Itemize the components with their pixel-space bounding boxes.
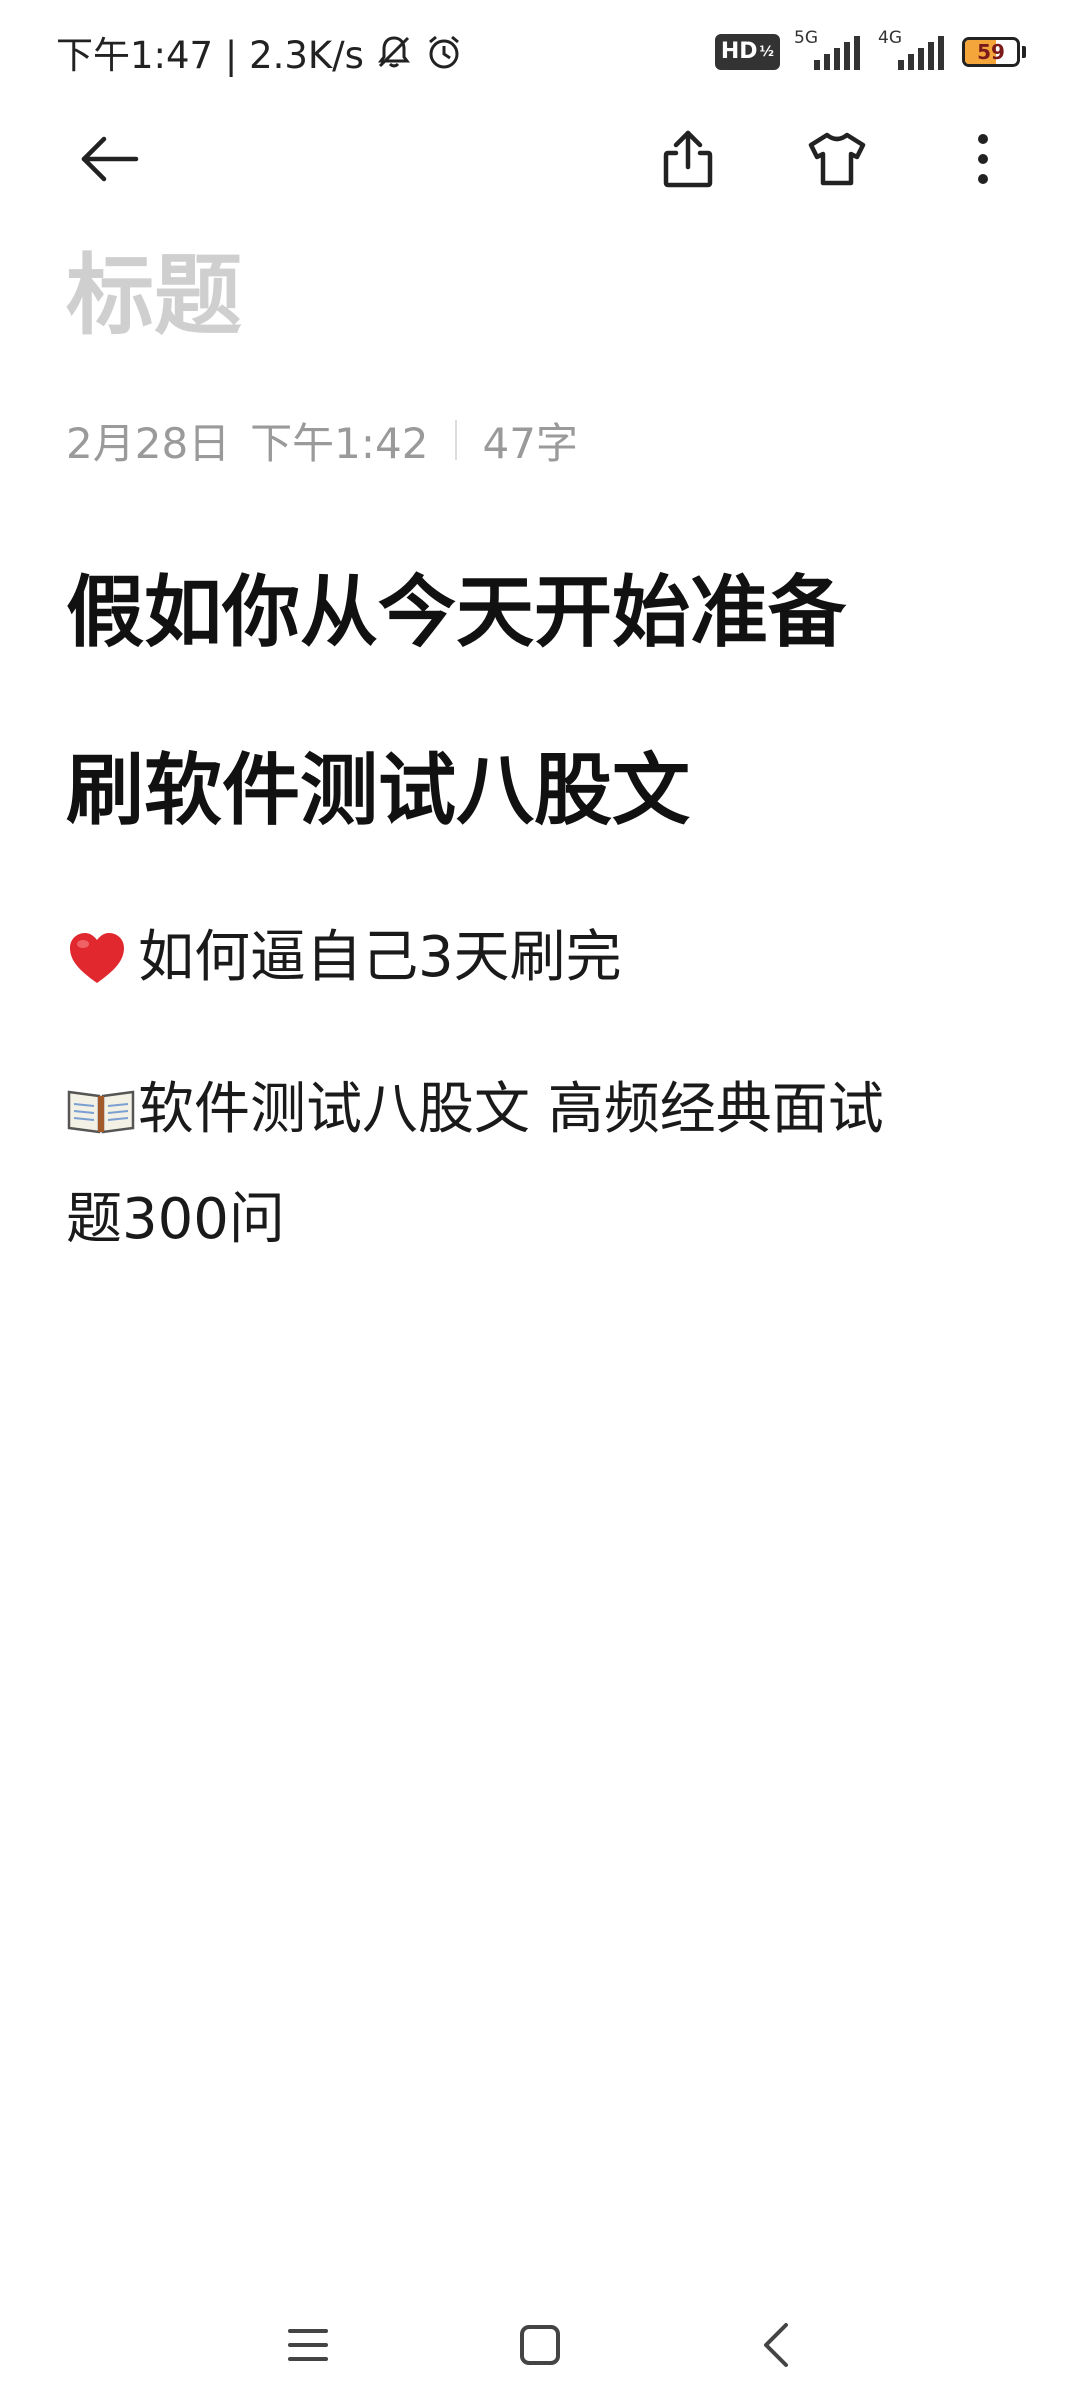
- note-toolbar: [0, 104, 1080, 214]
- system-nav-bar: [0, 2290, 1080, 2400]
- note-time: 下午1:42: [250, 418, 429, 468]
- signal-4g-icon: 4G: [878, 28, 948, 72]
- back-button[interactable]: [62, 111, 158, 207]
- book-icon: [66, 1077, 138, 1143]
- status-bar: 下午1:47 | 2.3K/s HD ½ 5G 4G 59: [0, 0, 1080, 104]
- paragraph-1-text: 如何逼自己3天刷完: [138, 925, 622, 990]
- bell-muted-icon: [374, 32, 414, 72]
- note-paragraph-1[interactable]: 如何逼自己3天刷完: [66, 925, 1016, 991]
- meta-divider: [454, 420, 457, 460]
- tshirt-icon: [808, 132, 866, 186]
- note-date: 2月28日: [66, 418, 231, 468]
- note-paragraph-3[interactable]: 题300问: [66, 1192, 1016, 1248]
- recent-apps-button[interactable]: [268, 2310, 348, 2380]
- signal-5g-icon: 5G: [794, 28, 864, 72]
- note-heading-line-1[interactable]: 假如你从今天开始准备: [66, 574, 1016, 652]
- theme-button[interactable]: [789, 111, 885, 207]
- battery-percent: 59: [977, 40, 1005, 64]
- more-vertical-icon: [978, 134, 988, 184]
- note-heading-line-2[interactable]: 刷软件测试八股文: [66, 752, 1016, 830]
- note-paragraph-2[interactable]: 软件测试八股文 高频经典面试: [66, 1077, 1016, 1143]
- menu-icon: [288, 2329, 328, 2361]
- note-meta: 2月28日 下午1:42 47字: [66, 410, 578, 470]
- share-icon: [663, 130, 713, 188]
- heart-icon: [66, 925, 138, 991]
- battery-icon: 59: [962, 37, 1026, 67]
- hd-voice-badge: HD ½: [714, 34, 780, 70]
- system-back-button[interactable]: [736, 2310, 816, 2380]
- status-right: HD ½ 5G 4G 59: [714, 28, 1026, 74]
- home-button[interactable]: [500, 2310, 580, 2380]
- status-time-speed: 下午1:47 | 2.3K/s: [56, 34, 364, 77]
- note-title-input[interactable]: 标题: [66, 252, 242, 340]
- home-square-icon: [520, 2325, 560, 2365]
- more-button[interactable]: [935, 111, 1031, 207]
- share-button[interactable]: [640, 111, 736, 207]
- note-word-count: 47字: [482, 418, 578, 468]
- arrow-left-icon: [81, 136, 139, 182]
- alarm-icon: [424, 32, 464, 72]
- status-left: 下午1:47 | 2.3K/s: [56, 26, 464, 78]
- chevron-left-icon: [764, 2323, 788, 2367]
- paragraph-2-text: 软件测试八股文 高频经典面试: [138, 1077, 884, 1142]
